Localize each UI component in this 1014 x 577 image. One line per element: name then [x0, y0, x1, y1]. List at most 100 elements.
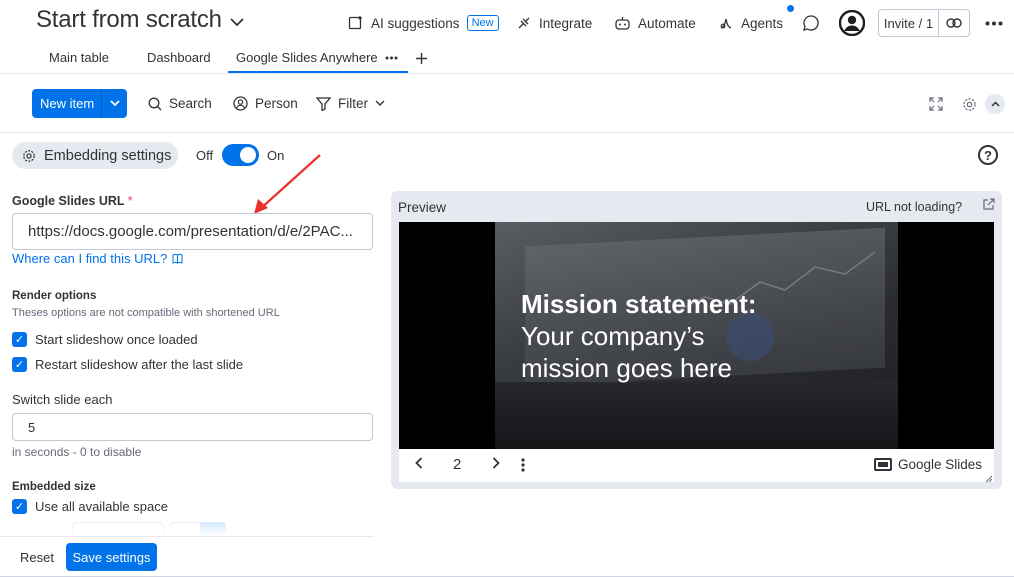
- avatar[interactable]: [839, 10, 865, 36]
- board-title[interactable]: Start from scratch: [36, 6, 244, 34]
- switch-slide-input[interactable]: 5: [12, 413, 373, 441]
- filter-button[interactable]: Filter: [316, 96, 385, 111]
- restart-slideshow-checkbox-row[interactable]: ✓ Restart slideshow after the last slide: [12, 357, 243, 372]
- google-slides-brand-label: Google Slides: [897, 457, 982, 472]
- embedding-settings-button[interactable]: Embedding settings: [12, 142, 178, 169]
- chevron-down-icon: [375, 100, 385, 107]
- google-slides-url-input[interactable]: https://docs.google.com/presentation/d/e…: [12, 213, 373, 250]
- automate-button[interactable]: Automate: [614, 13, 696, 33]
- ai-suggestions-button[interactable]: AI suggestions New: [348, 13, 499, 33]
- google-slides-url-label-text: Google Slides URL: [12, 194, 125, 208]
- search-icon: [148, 97, 162, 111]
- person-filter-button[interactable]: Person: [233, 96, 298, 111]
- use-all-space-label[interactable]: Use all available space: [35, 499, 168, 514]
- app-root: Start from scratch AI suggestions New In…: [0, 0, 1014, 577]
- google-slides-url-label: Google Slides URL *: [12, 194, 133, 208]
- integrate-icon: [516, 15, 532, 31]
- tabs-divider: [0, 73, 1014, 74]
- invite-label[interactable]: Invite / 1: [879, 10, 939, 36]
- add-view-icon[interactable]: [416, 53, 427, 64]
- ai-suggestions-label: AI suggestions: [371, 15, 460, 31]
- more-options-icon[interactable]: [985, 21, 1003, 26]
- where-url-link[interactable]: Where can I find this URL?: [12, 251, 183, 266]
- new-item-button[interactable]: New item: [32, 89, 127, 118]
- gear-icon: [22, 149, 36, 163]
- google-slides-brand[interactable]: Google Slides: [873, 457, 982, 472]
- current-slide-number: 2: [453, 456, 462, 473]
- integrate-label: Integrate: [539, 15, 593, 31]
- laptop-keyboard: [495, 382, 898, 449]
- save-settings-label[interactable]: Save settings: [72, 550, 150, 565]
- gear-icon[interactable]: [962, 97, 977, 112]
- notification-dot: [787, 5, 794, 12]
- agents-label: Agents: [741, 15, 784, 31]
- annotation-arrow: [250, 152, 325, 217]
- render-options-title: Render options: [12, 290, 97, 302]
- new-item-label[interactable]: New item: [32, 96, 101, 111]
- tab-google-slides-anywhere[interactable]: Google Slides Anywhere: [236, 50, 378, 72]
- toolbar-divider: [0, 132, 1014, 133]
- invite-button[interactable]: Invite / 1: [878, 9, 970, 37]
- reset-button[interactable]: Reset: [20, 550, 54, 565]
- fullscreen-icon[interactable]: [929, 97, 943, 111]
- tab-dashboard-label: Dashboard: [147, 50, 211, 65]
- person-icon: [233, 96, 248, 111]
- save-settings-button[interactable]: Save settings: [66, 543, 157, 571]
- search-button[interactable]: Search: [148, 96, 212, 111]
- where-url-link-label[interactable]: Where can I find this URL?: [12, 251, 167, 266]
- agents-icon: [718, 15, 734, 31]
- use-all-space-checkbox-row[interactable]: ✓ Use all available space: [12, 499, 168, 514]
- tab-options-icon[interactable]: [385, 56, 398, 60]
- preview-label: Preview: [398, 200, 447, 215]
- slide-text: Mission statement: Your company’s missio…: [521, 288, 757, 384]
- url-not-loading-link[interactable]: URL not loading?: [866, 200, 962, 214]
- ai-sparkle-icon: [348, 15, 364, 31]
- board-title-text[interactable]: Start from scratch: [36, 6, 222, 34]
- slide-menu-icon[interactable]: [521, 458, 525, 472]
- search-label: Search: [169, 96, 212, 111]
- checkbox-checked[interactable]: ✓: [12, 499, 27, 514]
- slide-line-3: mission goes here: [521, 353, 732, 383]
- next-slide-icon[interactable]: [492, 457, 500, 469]
- new-badge: New: [466, 15, 499, 31]
- agents-button[interactable]: Agents: [718, 13, 783, 33]
- slide-heading: Mission statement:: [521, 289, 757, 319]
- collapse-icon[interactable]: [985, 94, 1005, 114]
- required-mark: *: [127, 194, 133, 208]
- url-value[interactable]: https://docs.google.com/presentation/d/e…: [28, 223, 353, 240]
- help-icon[interactable]: ?: [978, 145, 998, 165]
- restart-slideshow-label[interactable]: Restart slideshow after the last slide: [35, 357, 243, 372]
- resize-handle-icon[interactable]: [985, 475, 993, 483]
- scroll-fade: [0, 520, 374, 536]
- automate-label: Automate: [638, 15, 696, 31]
- switch-slide-label: Switch slide each: [12, 392, 113, 407]
- chat-bubble-icon[interactable]: [802, 14, 820, 32]
- footer-divider: [0, 536, 374, 537]
- start-slideshow-checkbox-row[interactable]: ✓ Start slideshow once loaded: [12, 332, 198, 347]
- book-icon: [172, 253, 183, 264]
- tab-dashboard[interactable]: Dashboard: [147, 50, 211, 72]
- render-options-hint: Theses options are not compatible with s…: [12, 307, 280, 319]
- person-label: Person: [255, 96, 298, 111]
- checkbox-checked[interactable]: ✓: [12, 332, 27, 347]
- robot-icon: [614, 15, 631, 31]
- start-slideshow-label[interactable]: Start slideshow once loaded: [35, 332, 198, 347]
- chevron-down-icon[interactable]: [230, 17, 244, 27]
- embedded-size-title: Embedded size: [12, 481, 96, 493]
- slide-line-2: Your company’s: [521, 321, 705, 351]
- prev-slide-icon[interactable]: [415, 457, 423, 469]
- copy-link-icon[interactable]: [939, 10, 969, 36]
- chevron-down-icon[interactable]: [101, 89, 127, 118]
- tab-main-table-label: Main table: [49, 50, 109, 65]
- tab-main-table[interactable]: Main table: [49, 50, 109, 72]
- switch-slide-value[interactable]: 5: [28, 420, 35, 435]
- slides-control-bar: 2 Google Slides: [399, 449, 994, 482]
- slide-viewport[interactable]: Mission statement: Your company’s missio…: [399, 222, 994, 449]
- filter-label: Filter: [338, 96, 368, 111]
- checkbox-checked[interactable]: ✓: [12, 357, 27, 372]
- external-link-icon[interactable]: [982, 198, 995, 211]
- integrate-button[interactable]: Integrate: [516, 13, 592, 33]
- google-slides-icon: [873, 458, 892, 471]
- filter-icon: [316, 96, 331, 111]
- switch-slide-hint: in seconds - 0 to disable: [12, 445, 142, 459]
